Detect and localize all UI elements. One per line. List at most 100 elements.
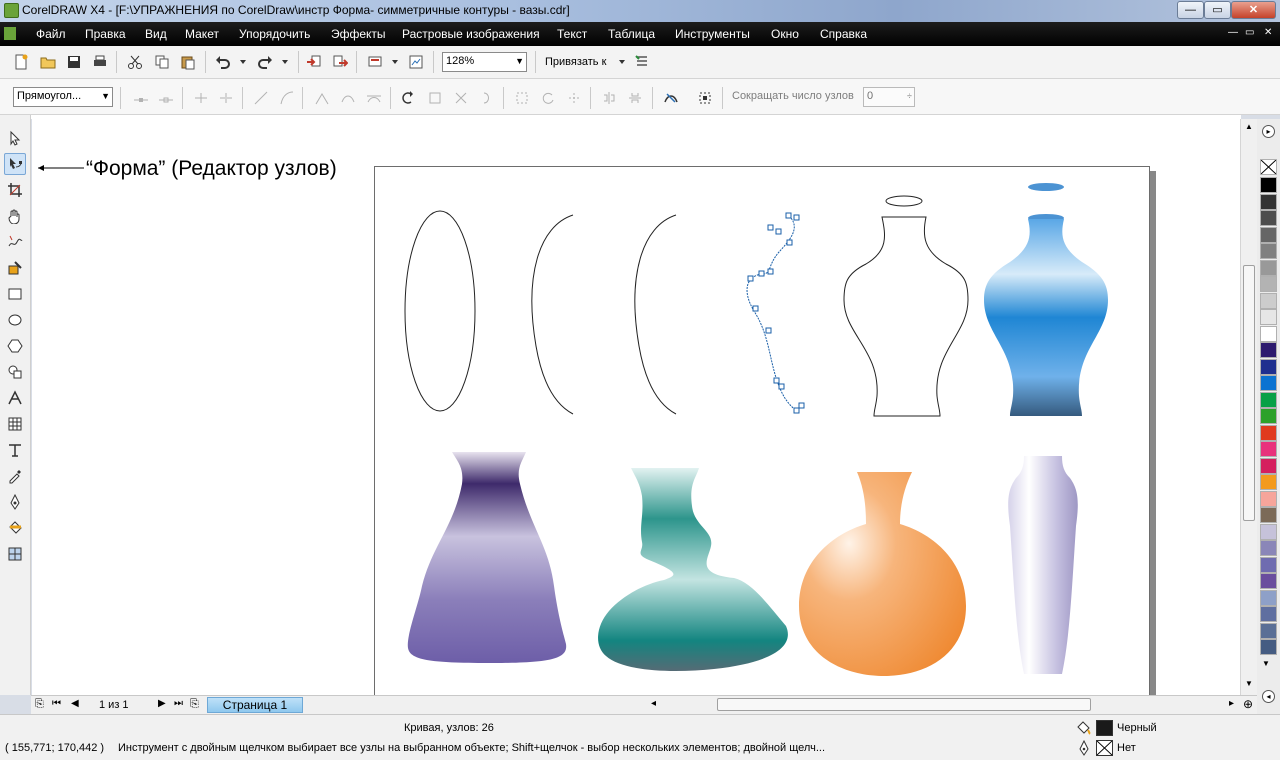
zoom-level-select[interactable]: 128% ▼ [442,52,527,72]
cut-icon[interactable] [124,51,146,73]
palette-swatch[interactable] [1260,226,1277,243]
fill-tool-icon[interactable] [4,517,26,539]
snap-dropdown-icon[interactable] [611,51,633,73]
import-icon[interactable] [303,51,325,73]
fill-color-swatch[interactable] [1096,720,1113,736]
palette-swatch[interactable] [1260,622,1277,639]
new-document-icon[interactable] [10,51,32,73]
menu-help[interactable]: Справка [820,27,867,41]
document-icon[interactable] [4,27,16,40]
outline-color-swatch[interactable] [1096,740,1113,756]
palette-swatch[interactable] [1260,358,1277,375]
menu-text[interactable]: Текст [557,27,587,41]
rectangle-tool-icon[interactable] [4,283,26,305]
selection-mode-select[interactable]: Прямоугол... ▼ [13,87,113,107]
freehand-tool-icon[interactable] [4,231,26,253]
add-node-icon[interactable] [130,87,152,109]
text-tool-icon[interactable] [4,387,26,409]
menu-bitmaps[interactable]: Растровые изображения [402,27,540,41]
menu-table[interactable]: Таблица [608,27,655,41]
cusp-node-icon[interactable] [311,87,333,109]
pan-tool-icon[interactable] [4,205,26,227]
break-curve-icon[interactable] [215,87,237,109]
extract-subpath-icon[interactable] [450,87,472,109]
palette-swatch[interactable] [1260,490,1277,507]
symmetrical-node-icon[interactable] [363,87,385,109]
palette-swatch[interactable] [1260,639,1277,655]
scroll-left-icon[interactable]: ◂ [651,698,656,709]
palette-swatch[interactable] [1260,259,1277,276]
menu-tools[interactable]: Инструменты [675,27,750,41]
palette-swatch[interactable] [1260,606,1277,622]
palette-scroll-down-icon[interactable]: ▼ [1262,659,1270,668]
vertical-scrollbar[interactable]: ▲ ▼ [1240,119,1257,695]
page-tab[interactable]: Страница 1 [207,697,303,713]
restore-button[interactable]: ▭ [1204,1,1231,19]
extend-curve-icon[interactable] [424,87,446,109]
scroll-up-icon[interactable]: ▲ [1245,122,1253,131]
auto-close-icon[interactable] [476,87,498,109]
palette-swatch[interactable] [1260,589,1277,606]
join-nodes-icon[interactable] [190,87,212,109]
doc-restore-button[interactable]: ▭ [1245,27,1254,38]
palette-swatch[interactable] [1260,556,1277,573]
undo-dropdown-icon[interactable] [232,51,254,73]
save-icon[interactable] [63,51,85,73]
rotate-nodes-icon[interactable] [537,87,559,109]
application-launcher-icon[interactable] [364,51,386,73]
menu-arrange[interactable]: Упорядочить [239,27,310,41]
no-color-swatch[interactable] [1260,159,1277,175]
menu-layout[interactable]: Макет [185,27,219,41]
pick-tool-icon[interactable] [4,127,26,149]
menu-effects[interactable]: Эффекты [331,27,386,41]
undo-icon[interactable] [212,51,234,73]
basic-shapes-tool-icon[interactable] [4,361,26,383]
select-all-nodes-icon[interactable] [694,87,716,109]
palette-swatch[interactable] [1260,292,1277,309]
minimize-button[interactable]: — [1177,1,1204,19]
open-icon[interactable] [37,51,59,73]
palette-swatch[interactable] [1260,523,1277,540]
ellipse-tool-icon[interactable] [4,309,26,331]
palette-swatch[interactable] [1260,540,1277,556]
palette-swatch[interactable] [1260,375,1277,391]
delete-node-icon[interactable] [155,87,177,109]
redo-dropdown-icon[interactable] [274,51,296,73]
menu-file[interactable]: Файл [36,27,66,41]
last-page-icon[interactable]: ⏭ [174,698,183,709]
first-page-icon[interactable]: ⏮ [52,698,61,709]
redo-icon[interactable] [254,51,276,73]
palette-swatch[interactable] [1260,210,1277,226]
copy-icon[interactable] [151,51,173,73]
close-button[interactable]: ✕ [1231,1,1276,19]
palette-swatch[interactable] [1260,408,1277,424]
horizontal-scroll-thumb[interactable] [717,698,1091,711]
scroll-right-icon[interactable]: ▸ [1229,698,1234,709]
next-page-icon[interactable]: ▶ [158,698,166,709]
palette-swatch[interactable] [1260,457,1277,474]
add-page-before-icon[interactable]: ⎘ [35,698,44,711]
smart-fill-tool-icon[interactable] [4,257,26,279]
palette-expand-icon[interactable]: ◂ [1262,690,1275,703]
palette-scroll-up-icon[interactable]: ▸ [1262,125,1275,138]
palette-swatch[interactable] [1260,342,1277,358]
welcome-screen-icon[interactable] [405,51,427,73]
reduce-nodes-input[interactable]: 0 ÷ [863,87,915,107]
drawing-canvas[interactable]: “Форма” (Редактор узлов) [32,119,1240,695]
palette-swatch[interactable] [1260,424,1277,441]
smooth-node-icon[interactable] [337,87,359,109]
options-icon[interactable] [631,51,653,73]
polygon-tool-icon[interactable] [4,335,26,357]
palette-swatch[interactable] [1260,391,1277,408]
scroll-down-icon[interactable]: ▼ [1245,679,1253,688]
palette-swatch[interactable] [1260,177,1277,193]
palette-swatch[interactable] [1260,441,1277,457]
palette-swatch[interactable] [1260,474,1277,490]
vertical-scroll-thumb[interactable] [1243,265,1255,521]
print-icon[interactable] [89,51,111,73]
palette-swatch[interactable] [1260,325,1277,342]
elastic-mode-icon[interactable] [660,87,682,109]
palette-swatch[interactable] [1260,193,1277,210]
crop-tool-icon[interactable] [4,179,26,201]
doc-minimize-button[interactable]: — [1228,27,1238,38]
